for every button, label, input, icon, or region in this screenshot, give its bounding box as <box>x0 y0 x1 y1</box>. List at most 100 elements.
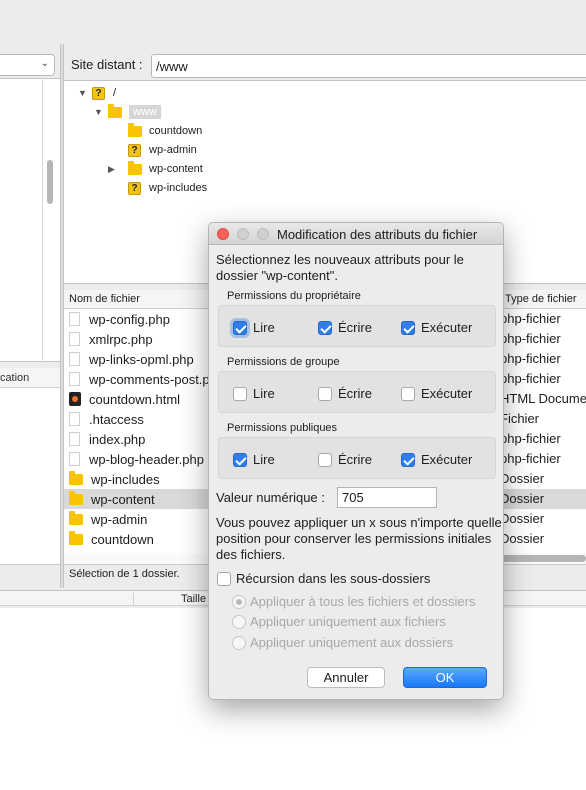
group-write-checkbox[interactable] <box>318 387 332 401</box>
ok-button[interactable]: OK <box>403 667 487 688</box>
group-read-label[interactable]: Lire <box>253 386 275 401</box>
zoom-window-button <box>257 228 269 240</box>
numeric-hint: Vous pouvez appliquer un x sous n'import… <box>216 515 502 562</box>
collapse-triangle-icon[interactable]: ▶ <box>108 164 128 175</box>
folder-icon <box>128 122 142 137</box>
tree-item-label: wp-includes <box>149 182 208 194</box>
apply-folders-radio <box>232 636 246 650</box>
file-name: wp-content <box>91 491 155 507</box>
apply-all-label: Appliquer à tous les fichiers et dossier… <box>250 594 476 609</box>
tree-item-www[interactable]: ▼ www <box>94 103 161 121</box>
tree-item-root[interactable]: ▼ ? / <box>78 84 116 102</box>
file-type: php-fichier <box>500 431 561 446</box>
file-type: php-fichier <box>500 311 561 326</box>
file-type: Fichier <box>500 411 540 426</box>
tree-item-wp-admin[interactable]: ? wp-admin <box>128 141 197 159</box>
file-type: php-fichier <box>500 371 561 386</box>
file-name: .htaccess <box>89 411 144 427</box>
folder-icon <box>69 470 83 485</box>
folder-icon <box>69 510 83 525</box>
expand-triangle-icon[interactable]: ▼ <box>78 88 92 98</box>
public-write-checkbox[interactable] <box>318 453 332 467</box>
file-name: wp-comments-post.php <box>89 371 225 387</box>
owner-permissions-label: Permissions du propriétaire <box>227 290 361 302</box>
document-icon <box>69 352 80 366</box>
document-icon <box>69 432 80 446</box>
minimize-window-button <box>237 228 249 240</box>
numeric-value-input[interactable]: 705 <box>337 487 437 508</box>
group-permissions-label: Permissions de groupe <box>227 356 340 368</box>
local-path-combobox[interactable]: ⌄ <box>0 54 55 76</box>
public-write-label[interactable]: Écrire <box>338 452 372 467</box>
file-name: countdown.html <box>89 391 181 407</box>
cancel-button[interactable]: Annuler <box>307 667 385 688</box>
scrollbar-thumb[interactable] <box>498 555 586 562</box>
recursion-checkbox[interactable] <box>217 572 231 586</box>
file-name: wp-links-opml.php <box>89 351 194 367</box>
public-read-label[interactable]: Lire <box>253 452 275 467</box>
owner-write-label[interactable]: Écrire <box>338 320 372 335</box>
file-name: wp-blog-header.php <box>89 451 204 467</box>
file-type: php-fichier <box>500 331 561 346</box>
chevron-down-icon[interactable]: ⌄ <box>41 58 49 69</box>
document-icon <box>69 332 80 346</box>
owner-read-checkbox[interactable] <box>233 321 247 335</box>
owner-exec-label[interactable]: Exécuter <box>421 320 472 335</box>
close-window-button[interactable] <box>217 228 229 240</box>
remote-path-input[interactable]: /www <box>151 54 586 78</box>
file-type: HTML Document <box>500 391 586 406</box>
public-read-checkbox[interactable] <box>233 453 247 467</box>
column-size[interactable]: Taille <box>181 593 206 605</box>
html-file-icon <box>69 392 81 406</box>
document-icon <box>69 372 80 386</box>
local-tree-scrollbar[interactable] <box>47 160 53 204</box>
local-file-list[interactable] <box>0 388 60 564</box>
file-name: xmlrpc.php <box>89 331 153 347</box>
public-exec-checkbox[interactable] <box>401 453 415 467</box>
tree-item-countdown[interactable]: countdown <box>128 122 202 140</box>
owner-read-label[interactable]: Lire <box>253 320 275 335</box>
file-type: php-fichier <box>500 451 561 466</box>
group-write-label[interactable]: Écrire <box>338 386 372 401</box>
tree-item-label: wp-content <box>149 163 203 175</box>
local-status-bar <box>0 564 60 584</box>
folder-icon <box>69 490 83 505</box>
expand-triangle-icon[interactable]: ▼ <box>94 107 108 117</box>
document-icon <box>69 412 80 426</box>
file-type: Dossier <box>500 531 545 546</box>
file-name: wp-admin <box>91 511 148 527</box>
recursion-label[interactable]: Récursion dans les sous-dossiers <box>236 571 430 587</box>
public-permissions-label: Permissions publiques <box>227 422 338 434</box>
local-column-modified[interactable]: ification <box>0 372 29 384</box>
dialog-intro: Sélectionnez les nouveaux attributs pour… <box>216 252 464 283</box>
group-permissions-group: Lire Écrire Exécuter <box>218 371 496 413</box>
folder-icon <box>108 103 122 118</box>
document-icon <box>69 312 80 326</box>
group-exec-label[interactable]: Exécuter <box>421 386 472 401</box>
tree-item-wp-includes[interactable]: ? wp-includes <box>128 179 207 197</box>
file-type: php-fichier <box>500 351 561 366</box>
apply-all-radio <box>232 595 246 609</box>
apply-files-label: Appliquer uniquement aux fichiers <box>250 614 446 629</box>
file-type: Dossier <box>500 471 545 486</box>
column-filetype[interactable]: Type de fichier <box>503 293 577 305</box>
file-attributes-dialog: Modification des attributs du fichier Sé… <box>208 222 504 700</box>
column-filename[interactable]: Nom de fichier <box>69 293 140 305</box>
group-exec-checkbox[interactable] <box>401 387 415 401</box>
file-type: Dossier <box>500 511 545 526</box>
group-read-checkbox[interactable] <box>233 387 247 401</box>
tree-item-wp-content[interactable]: ▶ wp-content <box>108 160 203 178</box>
owner-write-checkbox[interactable] <box>318 321 332 335</box>
unknown-folder-icon: ? <box>92 86 105 100</box>
tree-item-label: countdown <box>149 125 203 137</box>
tree-item-label: / <box>113 87 117 99</box>
file-name: countdown <box>91 531 154 547</box>
document-icon <box>69 452 80 466</box>
column-separator[interactable] <box>133 593 134 605</box>
local-tree[interactable] <box>0 78 60 362</box>
owner-exec-checkbox[interactable] <box>401 321 415 335</box>
local-column-header[interactable]: ification <box>0 368 60 388</box>
unknown-folder-icon: ? <box>128 143 141 157</box>
dialog-titlebar[interactable]: Modification des attributs du fichier <box>209 223 503 245</box>
public-exec-label[interactable]: Exécuter <box>421 452 472 467</box>
